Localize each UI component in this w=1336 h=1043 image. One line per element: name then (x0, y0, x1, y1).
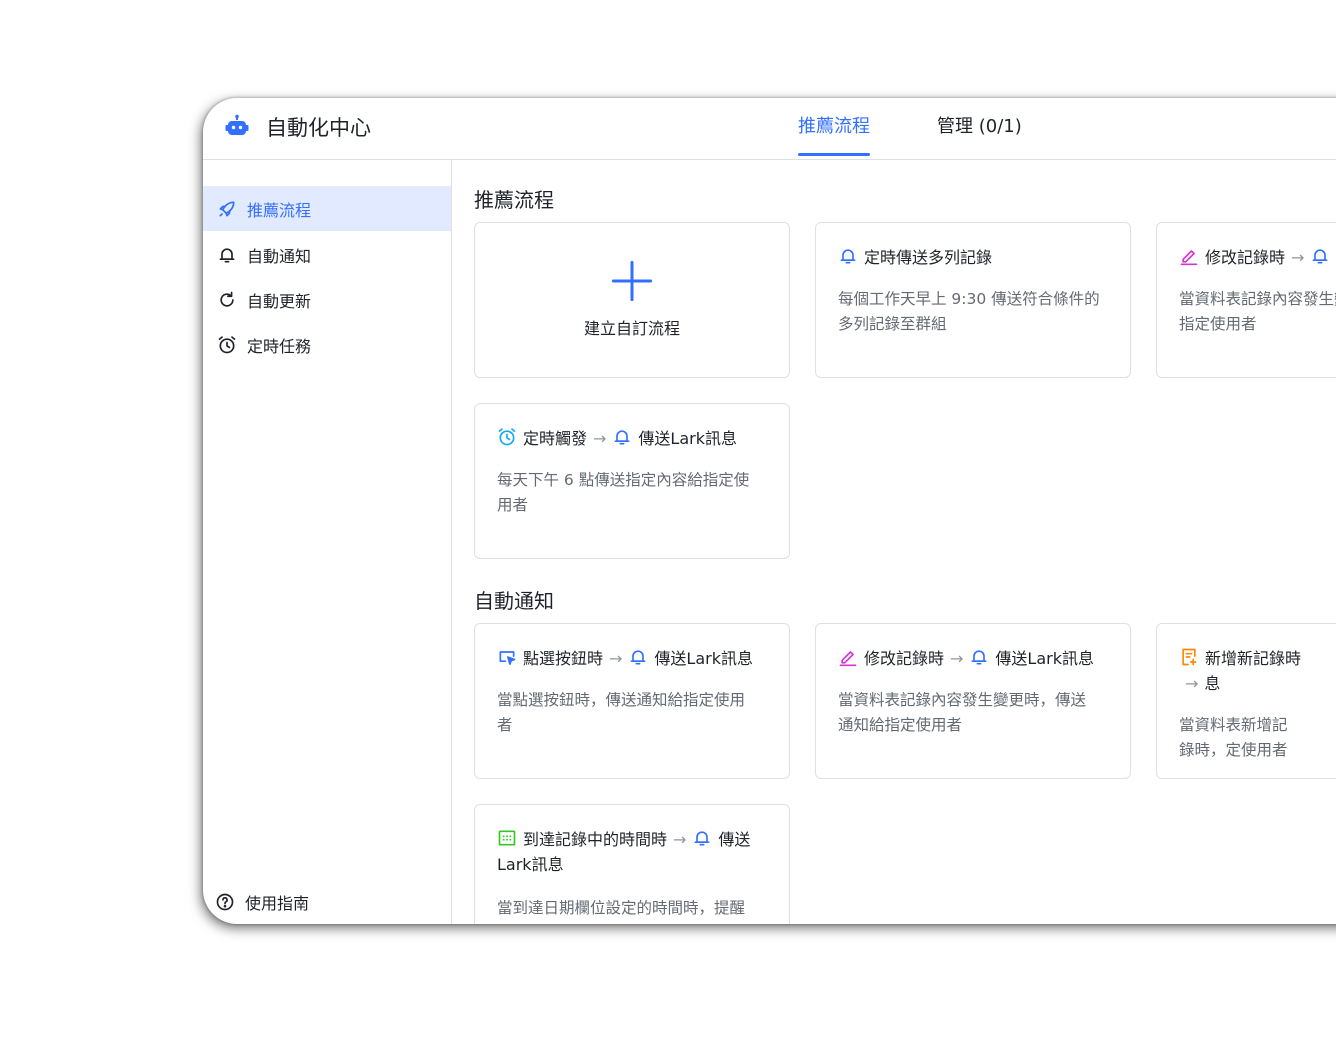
template-card[interactable]: 到達記錄中的時間時 → 傳送Lark訊息 當到達日期欄位設定的時間時，提醒 (474, 804, 790, 924)
refresh-icon (220, 291, 234, 307)
card-title: 點選按鈕時 → 傳送Lark訊息 (497, 646, 775, 671)
arrow-icon: → (673, 830, 687, 849)
template-card[interactable]: 修改記錄時 → 當資料表記錄內容發生變更時，傳送通知給指定使用者 (1156, 222, 1336, 378)
card-title: 修改記錄時 → 傳送Lark訊息 (838, 646, 1116, 671)
arrow-icon: → (1185, 674, 1199, 693)
alarm-clock-icon (498, 428, 516, 446)
pencil-icon (839, 651, 857, 667)
tab-recommended[interactable]: 推薦流程 (798, 112, 870, 156)
user-guide-link[interactable]: 使用指南 (203, 882, 451, 922)
card-description: 當點選按鈕時，傳送通知給指定使用者 (497, 691, 746, 734)
sidebar-item-recommended[interactable]: 推薦流程 (203, 186, 451, 231)
card-action: 傳送Lark訊息 (654, 649, 753, 668)
card-trigger: 修改記錄時 (864, 649, 945, 668)
card-description: 每天下午 6 點傳送指定內容給指定使用者 (497, 471, 750, 514)
arrow-icon: → (609, 649, 623, 668)
sidebar-item-label: 自動通知 (247, 246, 312, 266)
bell-icon (694, 831, 710, 846)
card-trigger: 定時傳送多列記錄 (864, 248, 993, 267)
card-title: 到達記錄中的時間時 → 傳送Lark訊息 (497, 827, 775, 877)
sidebar-item-scheduled[interactable]: 定時任務 (203, 322, 451, 367)
card-action: 傳送Lark訊息 (995, 649, 1094, 668)
card-title: 新增新記錄時 → 息 (1179, 646, 1301, 696)
card-trigger: 修改記錄時 (1205, 248, 1286, 267)
tab-manage[interactable]: 管理 (0/1) (937, 112, 1022, 138)
card-description: 當資料表記錄內容發生變更時，傳送通知給指定使用者 (1179, 290, 1336, 333)
user-guide-label: 使用指南 (245, 894, 310, 913)
help-circle-icon (216, 893, 234, 911)
app-title: 自動化中心 (266, 116, 371, 140)
sidebar-item-notify[interactable]: 自動通知 (203, 232, 451, 277)
pencil-icon (1180, 250, 1198, 266)
card-title: 修改記錄時 → (1179, 245, 1336, 270)
bell-icon (840, 249, 856, 264)
template-card[interactable]: 點選按鈕時 → 傳送Lark訊息 當點選按鈕時，傳送通知給指定使用者 (474, 623, 790, 779)
card-trigger: 到達記錄中的時間時 (523, 830, 668, 849)
calendar-grid-icon (498, 830, 516, 846)
sidebar-item-label: 自動更新 (247, 291, 312, 311)
tab-active-indicator (798, 153, 870, 156)
card-description: 當到達日期欄位設定的時間時，提醒 (497, 899, 746, 917)
add-record-icon (1182, 648, 1197, 666)
card-trigger: 定時觸發 (523, 429, 588, 448)
app-window: 自動化中心 推薦流程 管理 (0/1) 推薦流程 自動通知 自動更新 定時任務 … (203, 98, 1336, 924)
card-description: 當資料表記錄內容發生變更時，傳送通知給指定使用者 (838, 691, 1087, 734)
rocket-icon (219, 201, 235, 216)
card-description: 每個工作天早上 9:30 傳送符合條件的多列記錄至群組 (838, 290, 1100, 333)
header: 自動化中心 推薦流程 管理 (0/1) (203, 98, 1336, 160)
robot-icon (225, 114, 249, 135)
card-description: 當資料表新增記錄時，定使用者 (1179, 716, 1288, 759)
template-card[interactable]: 定時傳送多列記錄 每個工作天早上 9:30 傳送符合條件的多列記錄至群組 (815, 222, 1131, 378)
create-custom-flow-label: 建立自訂流程 (583, 319, 680, 338)
bell-icon (1312, 249, 1328, 264)
template-card[interactable]: 修改記錄時 → 傳送Lark訊息 當資料表記錄內容發生變更時，傳送通知給指定使用者 (815, 623, 1131, 779)
section-title-recommended: 推薦流程 (474, 188, 554, 212)
bell-icon (219, 247, 235, 262)
template-card[interactable]: 新增新記錄時 → 息 當資料表新增記錄時，定使用者 (1156, 623, 1336, 779)
card-action: 息 (1204, 674, 1221, 693)
card-action: 傳送Lark訊息 (638, 429, 737, 448)
bell-icon (630, 650, 646, 665)
arrow-icon: → (593, 429, 607, 448)
card-title: 定時傳送多列記錄 (838, 245, 1116, 270)
sidebar: 推薦流程 自動通知 自動更新 定時任務 使用指南 (203, 160, 452, 924)
card-trigger: 新增新記錄時 (1205, 649, 1302, 668)
button-click-icon (499, 651, 516, 665)
plus-icon (612, 261, 652, 301)
card-trigger: 點選按鈕時 (523, 649, 604, 668)
alarm-clock-icon (218, 335, 236, 353)
arrow-icon: → (1291, 248, 1305, 267)
card-title: 定時觸發 → 傳送Lark訊息 (497, 426, 775, 451)
arrow-icon: → (950, 649, 964, 668)
sidebar-item-label: 推薦流程 (247, 200, 312, 220)
create-custom-flow-card[interactable]: 建立自訂流程 (474, 222, 790, 378)
sidebar-item-label: 定時任務 (247, 336, 312, 356)
sidebar-item-update[interactable]: 自動更新 (203, 277, 451, 322)
main-content: 推薦流程 建立自訂流程 定時傳送多列記錄 每個工作天早上 9:30 傳送符合條件… (452, 160, 1336, 924)
template-card[interactable]: 定時觸發 → 傳送Lark訊息 每天下午 6 點傳送指定內容給指定使用者 (474, 403, 790, 559)
tab-recommended-label: 推薦流程 (798, 116, 870, 137)
bell-icon (614, 430, 630, 445)
bell-icon (971, 650, 987, 665)
section-title-notify: 自動通知 (474, 589, 554, 613)
